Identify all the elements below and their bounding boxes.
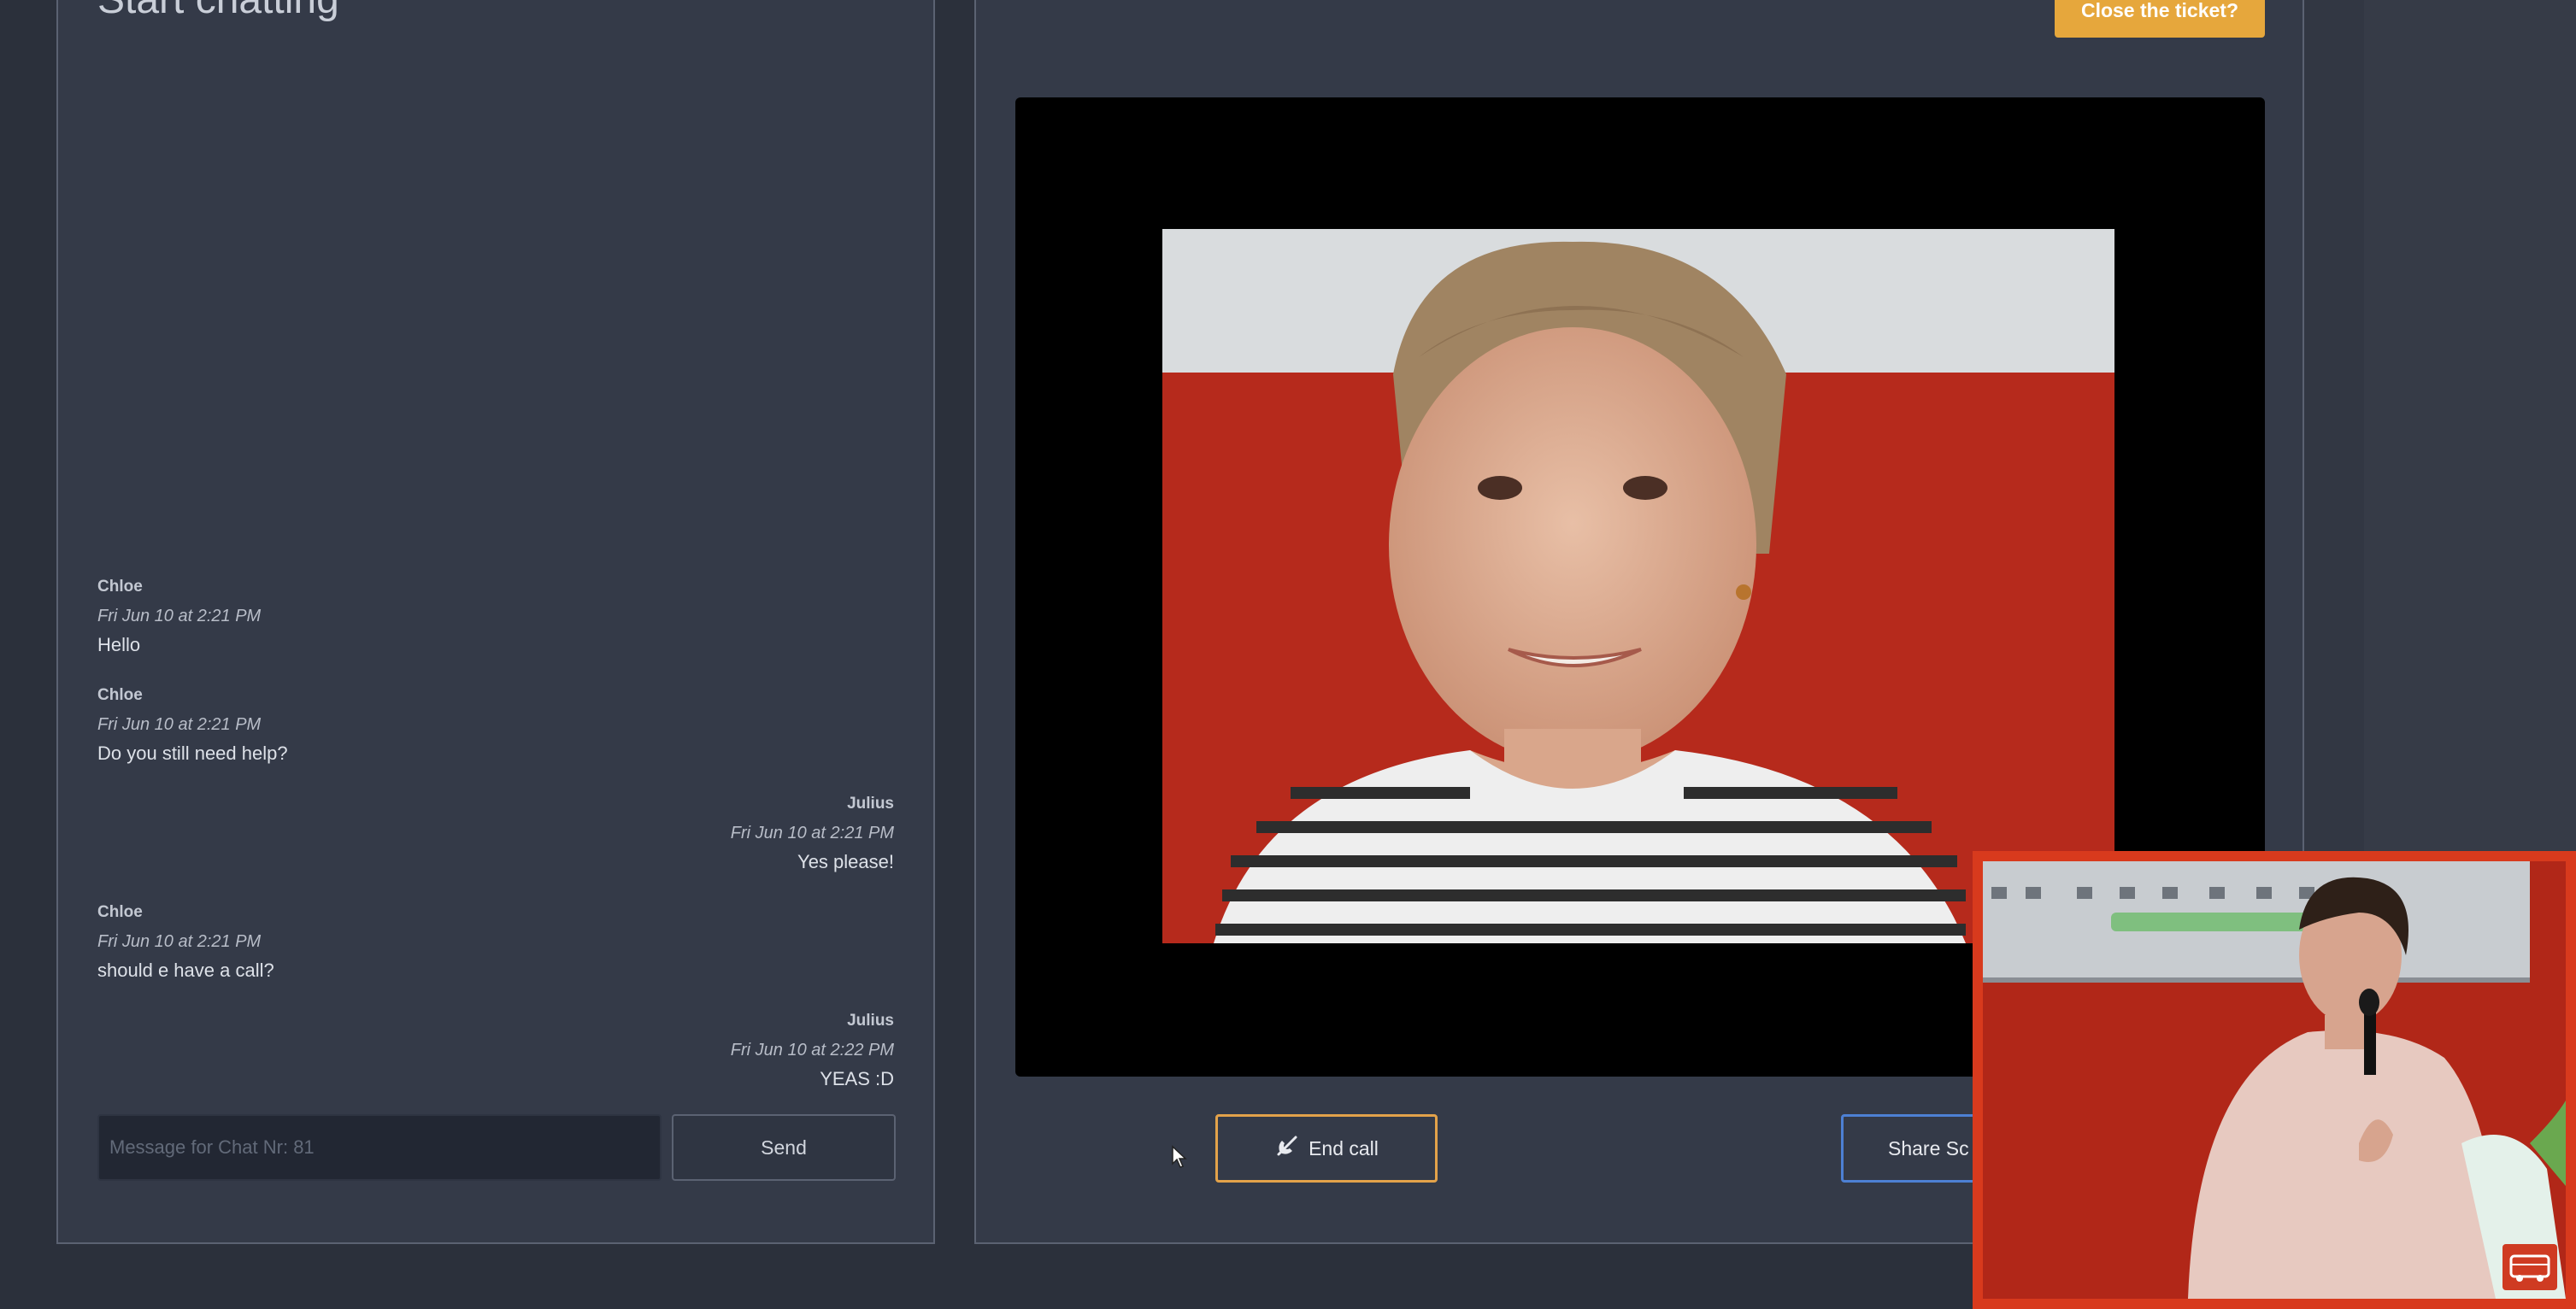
chat-message: Chloe Fri Jun 10 at 2:21 PM should e hav… [97, 898, 274, 985]
end-call-label: End call [1309, 1136, 1379, 1159]
chat-message-input[interactable] [97, 1114, 662, 1181]
message-sender: Chloe [97, 578, 143, 596]
message-timestamp: Fri Jun 10 at 2:21 PM [97, 715, 262, 734]
chat-message: Julius Fri Jun 10 at 2:21 PM Yes please! [731, 790, 894, 877]
van-icon [2502, 1244, 2557, 1290]
message-sender: Julius [847, 795, 894, 813]
message-text: Hello [97, 634, 141, 655]
message-timestamp: Fri Jun 10 at 2:21 PM [730, 824, 894, 842]
mouse-cursor-icon [1171, 1145, 1188, 1173]
chat-message: Julius Fri Jun 10 at 2:22 PM YEAS :D [731, 1007, 894, 1094]
remote-video-feed [1162, 229, 2114, 943]
message-sender: Chloe [97, 903, 143, 921]
phone-hangup-icon [1274, 1133, 1300, 1164]
message-sender: Julius [847, 1012, 894, 1030]
message-timestamp: Fri Jun 10 at 2:21 PM [97, 607, 262, 625]
message-timestamp: Fri Jun 10 at 2:21 PM [97, 932, 262, 951]
speaker-camera-overlay [1973, 851, 2576, 1309]
message-text: should e have a call? [97, 960, 274, 981]
message-text: YEAS :D [820, 1068, 894, 1089]
end-call-button[interactable]: End call [1215, 1114, 1438, 1183]
send-button[interactable]: Send [672, 1114, 896, 1181]
speaker-video-image [1983, 861, 2566, 1299]
remote-participant-image [1162, 229, 2114, 943]
message-text: Do you still need help? [97, 743, 288, 764]
chat-title: Start chatting [97, 0, 339, 23]
message-sender: Chloe [97, 686, 143, 704]
chat-message: Chloe Fri Jun 10 at 2:21 PM Hello [97, 572, 261, 660]
close-ticket-button[interactable]: Close the ticket? [2055, 0, 2265, 38]
chat-message: Chloe Fri Jun 10 at 2:21 PM Do you still… [97, 681, 288, 768]
message-text: Yes please! [797, 851, 894, 872]
chat-panel: Start chatting Chloe Fri Jun 10 at 2:21 … [56, 0, 935, 1244]
message-timestamp: Fri Jun 10 at 2:22 PM [730, 1041, 894, 1060]
